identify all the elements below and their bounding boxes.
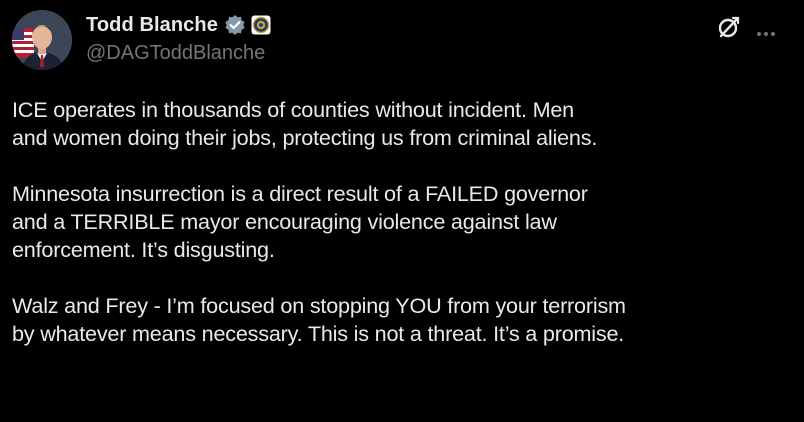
name-row: Todd Blanche — [86, 12, 271, 38]
post-paragraph: Walz and Frey - I’m focused on stopping … — [12, 293, 626, 346]
author-display-name[interactable]: Todd Blanche — [86, 14, 218, 37]
post-header: Todd Blanche @DAGToddBlanche — [12, 10, 271, 70]
doj-seal-icon[interactable] — [251, 15, 271, 35]
post-card: Todd Blanche @DAGToddBlanche ICE operate… — [0, 0, 804, 422]
author-handle[interactable]: @DAGToddBlanche — [86, 42, 271, 65]
post-text: ICE operates in thousands of counties wi… — [12, 96, 797, 348]
avatar[interactable] — [12, 10, 72, 70]
verified-badge-icon — [224, 14, 246, 36]
author-names: Todd Blanche @DAGToddBlanche — [86, 12, 271, 65]
post-paragraph: Minnesota insurrection is a direct resul… — [12, 181, 588, 262]
person-avatar-icon — [12, 10, 72, 70]
more-options-icon[interactable] — [756, 24, 776, 36]
post-paragraph: ICE operates in thousands of counties wi… — [12, 97, 598, 150]
post-actions — [716, 14, 776, 40]
grok-icon[interactable] — [716, 14, 742, 40]
